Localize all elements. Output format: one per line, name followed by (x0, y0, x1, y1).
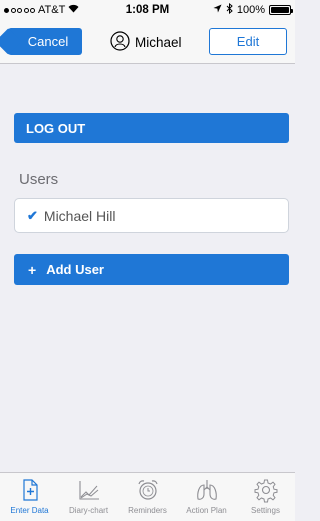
nav-title-text: Michael (135, 34, 182, 50)
user-profile-icon (110, 30, 130, 54)
tab-label-diary-chart: Diary-chart (68, 506, 109, 515)
tab-label-settings: Settings (251, 506, 280, 515)
tab-reminders[interactable]: Reminders (118, 473, 177, 521)
lungs-icon (196, 480, 217, 500)
tab-enter-data[interactable]: Enter Data (0, 473, 59, 521)
status-bar: AT&T 1:08 PM 100% (0, 0, 295, 20)
location-arrow-icon (213, 4, 222, 16)
bluetooth-icon (226, 2, 233, 17)
edit-button[interactable]: Edit (209, 28, 287, 55)
plus-icon: + (28, 261, 37, 278)
tab-diary-chart[interactable]: Diary-chart (59, 473, 118, 521)
tab-bar: Enter Data Diary-chart Reminders Action … (0, 472, 295, 521)
alarm-clock-icon (137, 480, 158, 500)
checkmark-icon: ✔ (27, 207, 38, 223)
user-list-item[interactable]: ✔ Michael Hill (14, 198, 289, 233)
cancel-label: Cancel (27, 34, 69, 49)
tab-label-action-plan: Action Plan (186, 506, 227, 515)
tab-label-enter-data: Enter Data (10, 506, 49, 515)
cancel-button[interactable]: Cancel (8, 28, 82, 55)
user-name: Michael Hill (43, 207, 116, 224)
screen: AT&T 1:08 PM 100% Cancel Michael Edit LO… (0, 0, 295, 521)
battery-percent: 100% (236, 4, 265, 16)
battery-icon (269, 5, 293, 15)
tab-settings[interactable]: Settings (236, 473, 295, 521)
enter-data-icon (22, 479, 38, 501)
add-user-button[interactable]: + Add User (14, 254, 289, 285)
diary-chart-icon (78, 481, 99, 500)
add-user-label: Add User (46, 262, 104, 277)
users-heading: Users (19, 171, 59, 188)
log-out-button[interactable]: LOG OUT (14, 113, 289, 143)
tab-label-reminders: Reminders (128, 506, 167, 515)
navigation-bar: Cancel Michael Edit (0, 20, 295, 64)
tab-action-plan[interactable]: Action Plan (177, 473, 236, 521)
nav-title: Michael (110, 30, 182, 54)
gear-icon (254, 479, 277, 503)
status-right: 100% (213, 2, 293, 17)
